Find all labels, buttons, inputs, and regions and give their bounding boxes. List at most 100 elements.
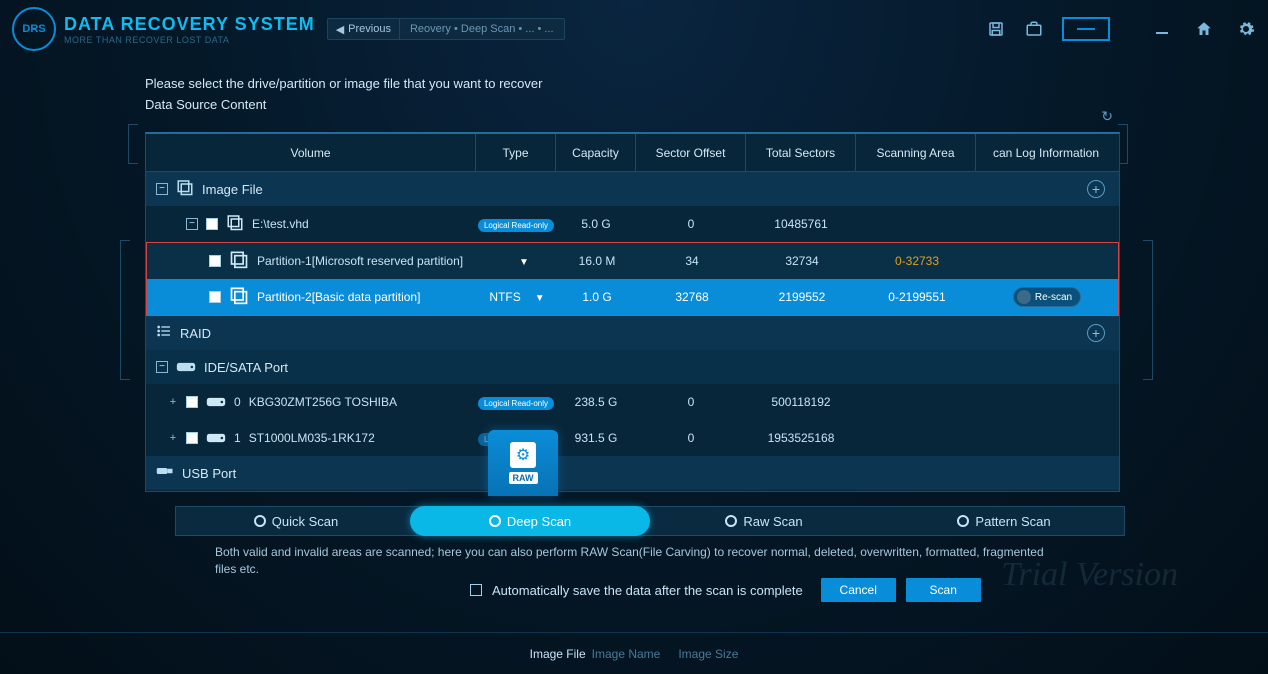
col-volume: Volume bbox=[146, 134, 476, 171]
total-sectors: 32734 bbox=[747, 254, 857, 268]
sector-offset: 34 bbox=[637, 254, 747, 268]
col-type: Type bbox=[476, 134, 556, 171]
type-dropdown[interactable]: ▼ bbox=[519, 257, 529, 268]
total-sectors: 1953525168 bbox=[746, 431, 856, 445]
file-stack-icon bbox=[226, 213, 244, 236]
radio-icon bbox=[957, 515, 969, 527]
usb-icon bbox=[156, 464, 174, 482]
app-subtitle: MORE THAN RECOVER LOST DATA bbox=[64, 35, 315, 45]
radio-icon bbox=[725, 515, 737, 527]
add-image-button[interactable]: + bbox=[1087, 180, 1105, 198]
gear-icon: ⚙ bbox=[510, 442, 536, 468]
col-sector-offset: Sector Offset bbox=[636, 134, 746, 171]
deep-scan-button[interactable]: Deep Scan bbox=[410, 506, 650, 536]
save-icon[interactable] bbox=[986, 19, 1006, 39]
home-button[interactable] bbox=[1194, 19, 1214, 39]
drive-name: KBG30ZMT256G TOSHIBA bbox=[249, 395, 397, 409]
checkbox[interactable] bbox=[186, 432, 198, 444]
hard-drive-icon bbox=[176, 360, 196, 374]
table-row[interactable]: Partition-2[Basic data partition] NTFS▼ … bbox=[147, 279, 1118, 315]
scanning-area: 0-2199551 bbox=[857, 290, 977, 304]
cancel-button[interactable]: Cancel bbox=[821, 578, 896, 602]
col-scanning-area: Scanning Area bbox=[856, 134, 976, 171]
group-label: USB Port bbox=[182, 466, 236, 481]
quick-scan-button[interactable]: Quick Scan bbox=[176, 507, 416, 535]
autosave-checkbox[interactable] bbox=[470, 584, 482, 596]
checkbox[interactable] bbox=[206, 218, 218, 230]
table-row[interactable]: + 0 KBG30ZMT256G TOSHIBA Logical Read-on… bbox=[146, 384, 1119, 420]
table-row[interactable]: Partition-1[Microsoft reserved partition… bbox=[147, 243, 1118, 279]
partition-icon bbox=[229, 285, 249, 310]
previous-button[interactable]: ◀ Previous bbox=[328, 19, 400, 39]
group-raid[interactable]: RAID + bbox=[146, 316, 1119, 350]
total-sectors: 2199552 bbox=[747, 290, 857, 304]
rescan-toggle[interactable]: Re-scan bbox=[1013, 287, 1081, 307]
col-log-info: can Log Information bbox=[976, 134, 1116, 171]
fs-type: NTFS bbox=[489, 290, 520, 304]
checkbox[interactable] bbox=[209, 255, 221, 267]
logo-icon: DRS bbox=[12, 7, 56, 51]
pattern-scan-button[interactable]: Pattern Scan bbox=[884, 507, 1124, 535]
briefcase-icon[interactable] bbox=[1024, 19, 1044, 39]
col-capacity: Capacity bbox=[556, 134, 636, 171]
scan-button[interactable]: Scan bbox=[906, 578, 981, 602]
checkbox[interactable] bbox=[209, 291, 221, 303]
app-title: DATA RECOVERY SYSTEM bbox=[64, 14, 315, 35]
progress-indicator bbox=[1062, 17, 1110, 41]
group-usb[interactable]: USB Port bbox=[146, 456, 1119, 490]
decorative-bracket bbox=[128, 124, 138, 164]
drive-table: Volume Type Capacity Sector Offset Total… bbox=[145, 132, 1120, 492]
table-row[interactable]: + 1 ST1000LM035-1RK172 Logical Read-only… bbox=[146, 420, 1119, 456]
total-sectors: 500118192 bbox=[746, 395, 856, 409]
add-raid-button[interactable]: + bbox=[1087, 324, 1105, 342]
hard-drive-icon bbox=[206, 431, 226, 445]
sector-offset: 0 bbox=[636, 431, 746, 445]
expand-icon[interactable]: + bbox=[168, 396, 178, 408]
raw-mode-overlay[interactable]: ⚙ RAW bbox=[488, 430, 558, 496]
table-body[interactable]: − Image File + − E:\test.vhd Logical Rea… bbox=[146, 172, 1119, 490]
sector-offset: 0 bbox=[636, 395, 746, 409]
collapse-icon[interactable]: − bbox=[186, 218, 198, 230]
capacity: 238.5 G bbox=[556, 395, 636, 409]
table-row[interactable]: − E:\test.vhd Logical Read-only 5.0 G 0 … bbox=[146, 206, 1119, 242]
group-label: Image File bbox=[202, 182, 263, 197]
minimize-button[interactable] bbox=[1152, 19, 1172, 39]
status-label: Image File bbox=[530, 647, 586, 661]
partition-name: Partition-2[Basic data partition] bbox=[257, 290, 420, 304]
scan-mode-bar: Quick Scan Deep Scan Raw Scan Pattern Sc… bbox=[175, 506, 1125, 536]
capacity: 5.0 G bbox=[556, 217, 636, 231]
data-source-label: Data Source Content bbox=[0, 95, 1268, 122]
breadcrumb-path: Reovery • Deep Scan • ... • ... bbox=[400, 23, 564, 35]
type-dropdown[interactable]: ▼ bbox=[535, 293, 545, 304]
instruction-text: Please select the drive/partition or ima… bbox=[0, 58, 1268, 95]
partition-name: Partition-1[Microsoft reserved partition… bbox=[257, 254, 463, 268]
list-icon bbox=[156, 323, 172, 343]
sector-offset: 32768 bbox=[637, 290, 747, 304]
collapse-icon[interactable]: − bbox=[156, 183, 168, 195]
scan-description: Both valid and invalid areas are scanned… bbox=[215, 544, 1045, 578]
logical-readonly-badge: Logical Read-only bbox=[478, 219, 554, 232]
capacity: 16.0 M bbox=[557, 254, 637, 268]
group-image-file[interactable]: − Image File + bbox=[146, 172, 1119, 206]
capacity: 1.0 G bbox=[557, 290, 637, 304]
group-ide-sata[interactable]: − IDE/SATA Port bbox=[146, 350, 1119, 384]
total-sectors: 10485761 bbox=[746, 217, 856, 231]
table-header: Volume Type Capacity Sector Offset Total… bbox=[146, 134, 1119, 172]
decorative-bracket bbox=[120, 240, 130, 380]
col-total-sectors: Total Sectors bbox=[746, 134, 856, 171]
refresh-button[interactable]: ↻ bbox=[1101, 108, 1113, 125]
expand-icon[interactable]: + bbox=[168, 432, 178, 444]
radio-icon bbox=[254, 515, 266, 527]
breadcrumb: ◀ Previous Reovery • Deep Scan • ... • .… bbox=[327, 18, 565, 40]
collapse-icon[interactable]: − bbox=[156, 361, 168, 373]
group-label: RAID bbox=[180, 326, 211, 341]
decorative-bracket bbox=[1143, 240, 1153, 380]
drive-name: ST1000LM035-1RK172 bbox=[249, 431, 375, 445]
settings-button[interactable] bbox=[1236, 19, 1256, 39]
image-size-placeholder: Image Size bbox=[678, 647, 738, 661]
raw-scan-button[interactable]: Raw Scan bbox=[644, 507, 884, 535]
logo: DRS DATA RECOVERY SYSTEM MORE THAN RECOV… bbox=[12, 7, 315, 51]
checkbox[interactable] bbox=[186, 396, 198, 408]
image-name-placeholder: Image Name bbox=[592, 647, 661, 661]
header-toolbar bbox=[986, 17, 1110, 41]
